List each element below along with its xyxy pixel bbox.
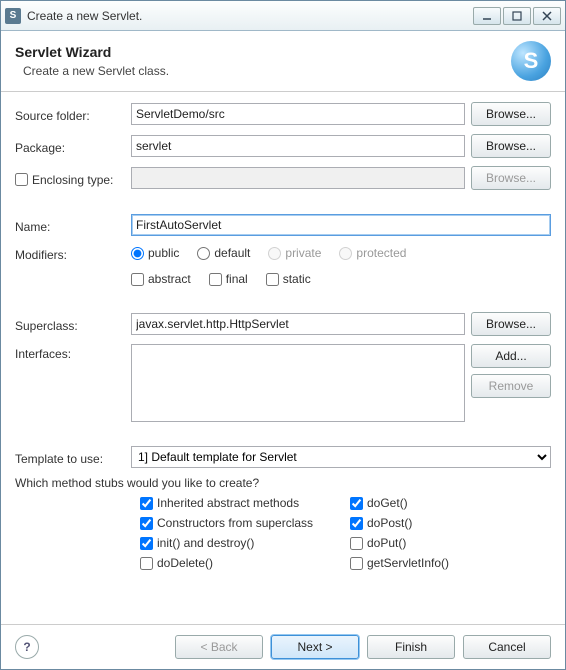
stub-checkbox[interactable]: Constructors from superclass bbox=[140, 516, 340, 530]
enclosing-type-checkbox[interactable] bbox=[15, 173, 28, 186]
stub-checkbox[interactable]: doGet() bbox=[350, 496, 510, 510]
wizard-subtitle: Create a new Servlet class. bbox=[15, 64, 511, 78]
maximize-button[interactable] bbox=[503, 7, 531, 25]
enclosing-type-label: Enclosing type: bbox=[32, 173, 113, 187]
browse-package-button[interactable]: Browse... bbox=[471, 134, 551, 158]
stubs-question: Which method stubs would you like to cre… bbox=[15, 476, 551, 490]
window-title: Create a new Servlet. bbox=[27, 9, 471, 23]
modifier-checkbox-abstract[interactable]: abstract bbox=[131, 272, 191, 286]
wizard-header: Servlet Wizard Create a new Servlet clas… bbox=[1, 31, 565, 92]
source-folder-label: Source folder: bbox=[15, 106, 125, 123]
superclass-input[interactable] bbox=[131, 313, 465, 335]
modifier-radio-public[interactable]: public bbox=[131, 246, 179, 260]
name-input[interactable] bbox=[131, 214, 551, 236]
modifier-radio-default[interactable]: default bbox=[197, 246, 250, 260]
browse-enclosing-button: Browse... bbox=[471, 166, 551, 190]
browse-source-button[interactable]: Browse... bbox=[471, 102, 551, 126]
modifier-checkbox-final[interactable]: final bbox=[209, 272, 248, 286]
titlebar: S Create a new Servlet. bbox=[1, 1, 565, 31]
dialog-window: S Create a new Servlet. Servlet Wizard C… bbox=[0, 0, 566, 670]
modifiers-label: Modifiers: bbox=[15, 245, 125, 262]
stub-checkbox[interactable]: getServletInfo() bbox=[350, 556, 510, 570]
source-folder-input[interactable] bbox=[131, 103, 465, 125]
interfaces-list[interactable] bbox=[131, 344, 465, 422]
back-button: < Back bbox=[175, 635, 263, 659]
template-select[interactable]: 1] Default template for Servlet bbox=[131, 446, 551, 468]
stub-checkbox[interactable]: doPost() bbox=[350, 516, 510, 530]
wizard-content: Source folder: Browse... Package: Browse… bbox=[1, 92, 565, 624]
close-button[interactable] bbox=[533, 7, 561, 25]
stub-checkbox[interactable]: doDelete() bbox=[140, 556, 340, 570]
package-input[interactable] bbox=[131, 135, 465, 157]
name-label: Name: bbox=[15, 217, 125, 234]
finish-button[interactable]: Finish bbox=[367, 635, 455, 659]
remove-interface-button: Remove bbox=[471, 374, 551, 398]
minimize-button[interactable] bbox=[473, 7, 501, 25]
template-label: Template to use: bbox=[15, 449, 125, 466]
app-icon: S bbox=[5, 8, 21, 24]
wizard-title: Servlet Wizard bbox=[15, 44, 511, 60]
help-button[interactable]: ? bbox=[15, 635, 39, 659]
add-interface-button[interactable]: Add... bbox=[471, 344, 551, 368]
browse-superclass-button[interactable]: Browse... bbox=[471, 312, 551, 336]
cancel-button[interactable]: Cancel bbox=[463, 635, 551, 659]
superclass-label: Superclass: bbox=[15, 316, 125, 333]
wizard-footer: ? < Back Next > Finish Cancel bbox=[1, 624, 565, 669]
modifier-radio-private: private bbox=[268, 246, 321, 260]
servlet-logo-icon: S bbox=[511, 41, 551, 81]
package-label: Package: bbox=[15, 138, 125, 155]
stub-checkbox[interactable]: doPut() bbox=[350, 536, 510, 550]
modifier-checkbox-static[interactable]: static bbox=[266, 272, 311, 286]
enclosing-type-input bbox=[131, 167, 465, 189]
modifier-radio-protected: protected bbox=[339, 246, 406, 260]
stub-checkbox[interactable]: Inherited abstract methods bbox=[140, 496, 340, 510]
stub-checkbox[interactable]: init() and destroy() bbox=[140, 536, 340, 550]
next-button[interactable]: Next > bbox=[271, 635, 359, 659]
interfaces-label: Interfaces: bbox=[15, 344, 125, 361]
